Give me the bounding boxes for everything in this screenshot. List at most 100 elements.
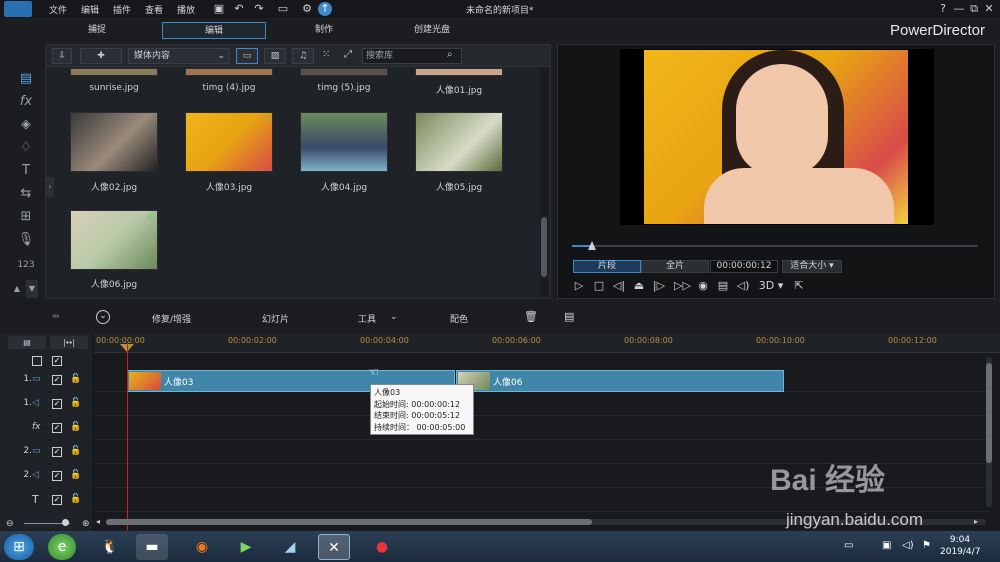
- track-enable-checkbox[interactable]: ✓: [52, 447, 62, 457]
- volume-tray-icon[interactable]: ◁): [902, 540, 914, 551]
- timeline-clip[interactable]: 人像06: [456, 370, 784, 392]
- snapshot-camera-icon[interactable]: ◉: [696, 279, 710, 293]
- import-icon[interactable]: ⇩: [52, 48, 72, 64]
- lock-icon[interactable]: 🔓: [70, 422, 81, 432]
- color-match-button[interactable]: 配色: [450, 312, 468, 325]
- rail-up-icon[interactable]: ▲: [11, 280, 23, 298]
- zoom-out-icon[interactable]: ⊖: [6, 519, 14, 529]
- timeline-hscroll-thumb[interactable]: [106, 519, 592, 525]
- lock-icon[interactable]: 🔓: [70, 446, 81, 456]
- menu-file[interactable]: 文件: [49, 3, 67, 16]
- select-all-box[interactable]: [32, 356, 42, 366]
- play-icon[interactable]: ▷: [572, 279, 586, 293]
- subtitle-list-icon[interactable]: ▤: [564, 310, 574, 323]
- time-ruler[interactable]: 00:00:00:00 00:00:02:00 00:00:04:00 00:0…: [94, 333, 1000, 353]
- split-icon[interactable]: ⇹: [52, 312, 60, 322]
- media-thumb[interactable]: [70, 210, 158, 270]
- fit-size-select[interactable]: 适合大小 ▾: [782, 260, 842, 273]
- aspect-ratio-icon[interactable]: ▭: [272, 2, 294, 16]
- firefox-icon[interactable]: ◉: [186, 534, 218, 560]
- media-thumb[interactable]: [415, 68, 503, 76]
- dropdown-circle-icon[interactable]: ⌄: [96, 310, 110, 324]
- menu-plugins[interactable]: 插件: [113, 3, 131, 16]
- taskbar-clock[interactable]: 9:04 2019/4/7: [940, 534, 980, 558]
- flag-icon[interactable]: ⚑: [922, 540, 931, 551]
- track-enable-checkbox[interactable]: ✓: [52, 495, 62, 505]
- media-thumb[interactable]: [70, 112, 158, 172]
- scroll-right-icon[interactable]: ▸: [974, 517, 978, 526]
- tab-create-disc[interactable]: 创建光盘: [380, 22, 484, 39]
- qq-icon[interactable]: 🐧: [94, 534, 126, 560]
- 3d-mode-button[interactable]: 3D ▾: [758, 279, 784, 293]
- video-filter-icon[interactable]: ▭: [236, 48, 258, 64]
- timeline-vscroll-thumb[interactable]: [986, 363, 992, 463]
- library-scrollbar[interactable]: [540, 67, 548, 297]
- tab-capture[interactable]: 捕捉: [45, 22, 149, 39]
- effects-room-icon[interactable]: fx: [16, 93, 36, 111]
- zoom-slider-knob[interactable]: [62, 519, 69, 526]
- track-enable-checkbox[interactable]: ✓: [52, 423, 62, 433]
- recorder-icon[interactable]: ●: [366, 534, 398, 560]
- search-icon[interactable]: ⌕: [447, 49, 453, 60]
- menu-edit[interactable]: 编辑: [81, 3, 99, 16]
- track-enable-checkbox[interactable]: ✓: [52, 471, 62, 481]
- lock-icon[interactable]: 🔓: [70, 470, 81, 480]
- preview-scrubber[interactable]: [572, 245, 978, 247]
- media-thumb[interactable]: [70, 68, 158, 76]
- media-room-icon[interactable]: ▤: [16, 70, 36, 88]
- help-button[interactable]: ?: [936, 2, 950, 16]
- subtitle-icon[interactable]: ▤: [716, 279, 730, 293]
- title-room-icon[interactable]: T: [16, 162, 36, 180]
- fast-forward-icon[interactable]: ▷▷: [674, 279, 691, 293]
- zoom-in-icon[interactable]: ⊕: [82, 519, 90, 529]
- keyboard-icon[interactable]: ▭: [844, 540, 853, 551]
- video-app-icon[interactable]: ▶: [230, 534, 262, 560]
- undock-icon[interactable]: ⇱: [792, 279, 806, 293]
- voiceover-mic-icon[interactable]: 🎙: [16, 231, 36, 249]
- audio-track-1[interactable]: [94, 393, 990, 416]
- track-enable-checkbox[interactable]: ✓: [52, 399, 62, 409]
- fix-enhance-button[interactable]: 修复/增强: [152, 312, 191, 325]
- grid-view-icon[interactable]: ⁙: [322, 49, 330, 60]
- media-content-select[interactable]: 媒体内容 ⌄: [128, 48, 230, 64]
- audio-filter-icon[interactable]: ♫: [292, 48, 314, 64]
- menu-view[interactable]: 查看: [145, 3, 163, 16]
- media-thumb[interactable]: [185, 68, 273, 76]
- playhead-line[interactable]: [127, 343, 128, 530]
- expand-icon[interactable]: ⤢: [344, 49, 352, 60]
- rail-down-icon[interactable]: ▼: [26, 280, 38, 298]
- transition-room-icon[interactable]: ⇆: [16, 185, 36, 203]
- track-manager-icon[interactable]: ▤: [8, 336, 46, 349]
- redo-icon[interactable]: ↷: [252, 2, 266, 16]
- mark-icon[interactable]: ⏏: [632, 279, 646, 293]
- fx-track[interactable]: [94, 417, 990, 440]
- media-thumb[interactable]: [300, 68, 388, 76]
- save-icon[interactable]: ▣: [212, 2, 226, 16]
- restore-button[interactable]: ⧉: [967, 2, 981, 16]
- volume-icon[interactable]: ◁): [736, 279, 750, 293]
- movie-mode-button[interactable]: 全片: [641, 260, 709, 273]
- clip-mode-button[interactable]: 片段: [573, 260, 641, 273]
- audio-mixing-icon[interactable]: ⊞: [16, 208, 36, 226]
- chapter-room-icon[interactable]: 123: [16, 256, 36, 274]
- upgrade-icon[interactable]: ↑: [318, 2, 332, 16]
- trash-icon[interactable]: 🗑: [524, 310, 538, 323]
- scroll-left-icon[interactable]: ◂: [96, 517, 100, 526]
- media-thumb[interactable]: [300, 112, 388, 172]
- start-button-icon[interactable]: ⊞: [4, 534, 34, 560]
- scrollbar-thumb[interactable]: [541, 217, 547, 277]
- settings-gear-icon[interactable]: ⚙: [300, 2, 314, 16]
- undo-icon[interactable]: ↶: [232, 2, 246, 16]
- timecode-display[interactable]: 00:00:00:12: [710, 260, 778, 273]
- track-enable-checkbox[interactable]: ✓: [52, 375, 62, 385]
- stop-icon[interactable]: □: [592, 279, 606, 293]
- tab-produce[interactable]: 制作: [272, 22, 376, 39]
- powerdirector-taskbar-icon[interactable]: ✕: [318, 534, 350, 560]
- fit-timeline-icon[interactable]: |↔|: [50, 336, 88, 349]
- file-explorer-icon[interactable]: ▬: [136, 534, 168, 560]
- image-filter-icon[interactable]: ▨: [264, 48, 286, 64]
- tab-edit[interactable]: 编辑: [162, 22, 266, 39]
- app-icon[interactable]: ◢: [274, 534, 306, 560]
- lock-icon[interactable]: 🔓: [70, 398, 81, 408]
- slideshow-button[interactable]: 幻灯片: [262, 312, 289, 325]
